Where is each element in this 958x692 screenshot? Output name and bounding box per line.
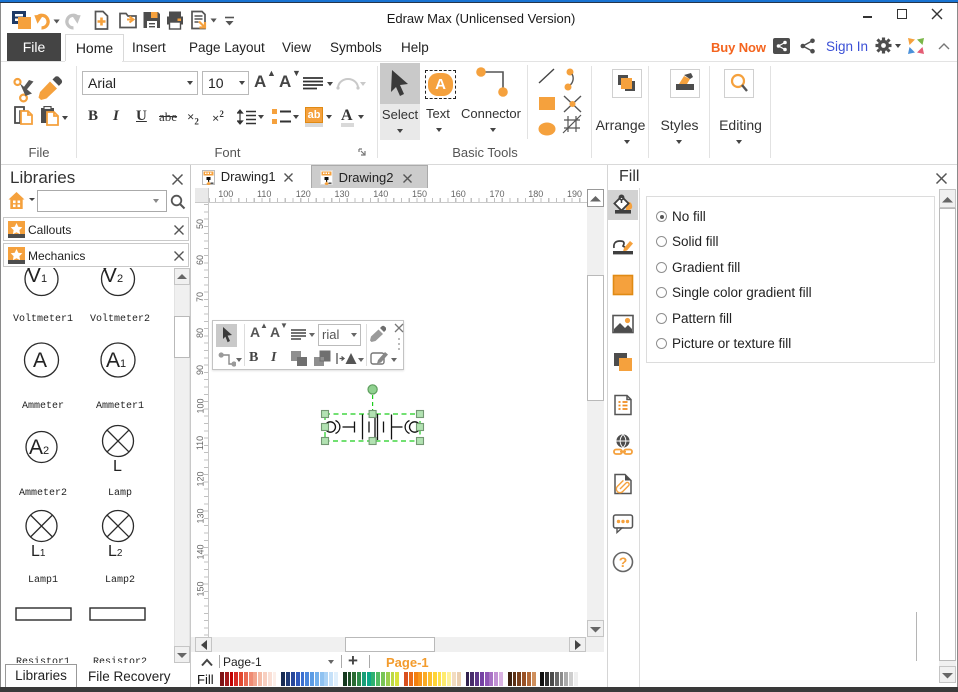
svg-text:?: ? [619, 554, 628, 570]
